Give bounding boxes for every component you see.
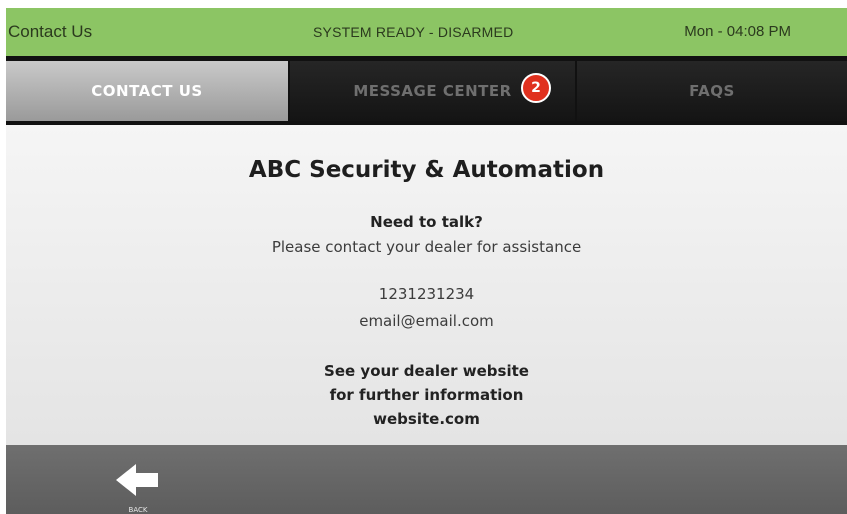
contact-prompt: Need to talk? <box>370 213 483 231</box>
tab-bar: CONTACT US MESSAGE CENTER 2 FAQS <box>6 56 847 125</box>
tab-label: MESSAGE CENTER <box>353 82 512 100</box>
tab-label: CONTACT US <box>91 82 203 100</box>
dealer-phone: 1231231234 <box>378 285 475 303</box>
tab-faqs[interactable]: FAQS <box>577 61 847 121</box>
tab-label: FAQS <box>689 82 735 100</box>
panel-screen: Contact Us SYSTEM READY - DISARMED Mon -… <box>6 8 847 514</box>
tab-contact-us[interactable]: CONTACT US <box>6 61 288 121</box>
website-line-1: See your dealer website <box>324 362 529 380</box>
contact-info: ABC Security & Automation Need to talk? … <box>6 125 847 445</box>
tab-message-center[interactable]: MESSAGE CENTER 2 <box>290 61 575 121</box>
back-label: BACK <box>128 506 148 514</box>
website-line-2: for further information <box>329 386 524 404</box>
dealer-email: email@email.com <box>359 312 494 330</box>
system-status[interactable]: SYSTEM READY - DISARMED <box>313 24 513 40</box>
screen-title: Contact Us <box>8 22 93 41</box>
website-info: See your dealer website for further info… <box>6 359 847 431</box>
contact-instruction: Please contact your dealer for assistanc… <box>271 238 582 256</box>
bottom-bar: BACK <box>6 445 847 514</box>
status-bar: Contact Us SYSTEM READY - DISARMED Mon -… <box>6 8 847 56</box>
arrow-left-icon <box>116 464 158 496</box>
dealer-website: website.com <box>373 410 480 428</box>
unread-badge: 2 <box>521 73 551 103</box>
back-button[interactable]: BACK <box>106 460 170 514</box>
company-name: ABC Security & Automation <box>248 157 605 183</box>
clock: Mon - 04:08 PM <box>684 23 791 40</box>
